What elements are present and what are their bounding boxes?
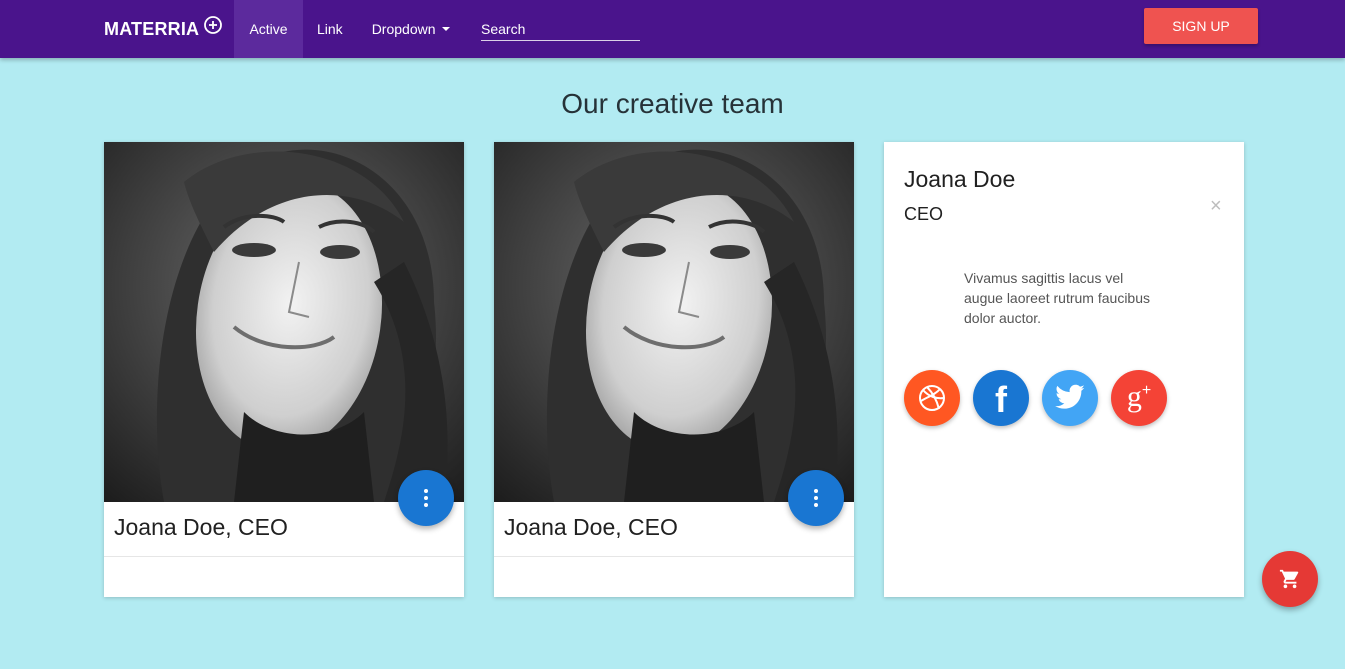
page-title: Our creative team: [561, 88, 784, 119]
more-button[interactable]: [398, 470, 454, 526]
member-bio: Vivamus sagittis lacus vel augue laoreet…: [964, 270, 1150, 326]
nav-item-label: Active: [249, 21, 288, 37]
facebook-button[interactable]: f: [973, 370, 1029, 426]
nav-item-dropdown[interactable]: Dropdown: [357, 0, 465, 58]
more-vertical-icon: [424, 489, 428, 507]
plus-circle-icon: [204, 16, 223, 34]
member-role: CEO: [904, 204, 944, 224]
sign-up-button[interactable]: SIGN UP: [1144, 8, 1258, 44]
brand[interactable]: MATERRIA: [104, 0, 223, 58]
card-caption: Joana Doe, CEO: [504, 514, 678, 540]
google-plus-button[interactable]: g+: [1111, 370, 1167, 426]
cart-button[interactable]: [1262, 551, 1318, 607]
divider: [104, 556, 464, 557]
caret-down-icon: [441, 27, 450, 31]
profile-photo: [494, 142, 854, 502]
nav-item-label: Dropdown: [371, 21, 436, 37]
search-input[interactable]: [481, 17, 640, 41]
shopping-cart-icon: [1279, 569, 1299, 589]
google-plus-icon: g+: [1126, 380, 1152, 413]
social-links: f g+: [904, 370, 1167, 426]
profile-photo: [104, 142, 464, 502]
brand-name: MATERRIA: [104, 18, 200, 39]
nav-item-link[interactable]: Link: [303, 0, 357, 58]
team-card: Joana Doe, CEO: [494, 142, 854, 597]
divider: [494, 556, 854, 557]
card-caption: Joana Doe, CEO: [114, 514, 288, 540]
member-name: Joana Doe: [904, 166, 1016, 192]
team-card: Joana Doe, CEO: [104, 142, 464, 597]
team-detail-card: Joana Doe CEO × Vivamus sagittis lacus v…: [884, 142, 1244, 597]
close-icon[interactable]: ×: [1210, 196, 1222, 216]
twitter-button[interactable]: [1042, 370, 1098, 426]
more-button[interactable]: [788, 470, 844, 526]
nav-item-active[interactable]: Active: [234, 0, 303, 58]
facebook-icon: f: [995, 379, 1007, 420]
navbar: MATERRIA Active Link Dropdown SIGN UP: [0, 0, 1345, 58]
more-vertical-icon: [814, 489, 818, 507]
twitter-icon: [1055, 384, 1085, 409]
nav-menu: Active Link Dropdown: [234, 0, 465, 58]
dribbble-button[interactable]: [904, 370, 960, 426]
dribbble-icon: [919, 385, 945, 411]
nav-item-label: Link: [317, 21, 343, 37]
